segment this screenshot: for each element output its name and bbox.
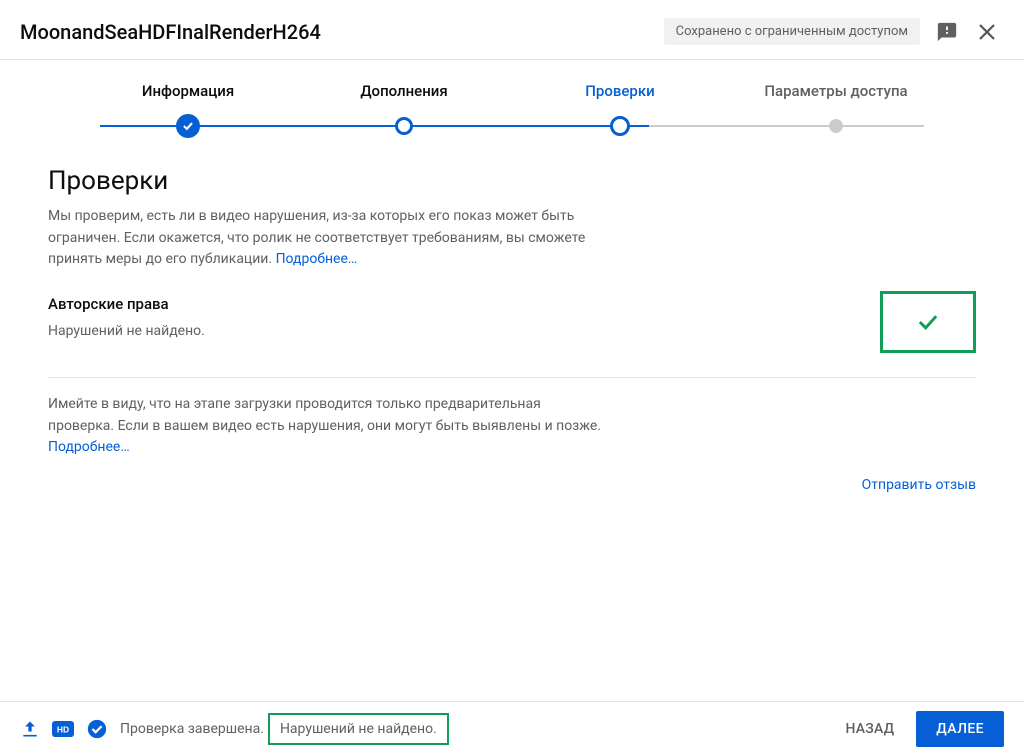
video-title: MoonandSeaHDFInalRenderH264 <box>20 20 321 44</box>
step-dot-visibility[interactable] <box>728 119 944 133</box>
checks-note: Имейте в виду, что на этапе загрузки про… <box>48 394 608 459</box>
close-icon[interactable] <box>974 19 1000 45</box>
copyright-section: Авторские права Нарушений не найдено. <box>48 295 976 353</box>
status-result: Нарушений не найдено. <box>268 713 449 745</box>
back-button[interactable]: НАЗАД <box>830 711 911 747</box>
check-complete-icon <box>86 718 108 740</box>
next-button[interactable]: ДАЛЕЕ <box>916 711 1004 747</box>
status-prefix: Проверка завершена. <box>120 721 264 737</box>
step-info[interactable]: Информация <box>80 82 296 114</box>
step-label: Проверки <box>512 82 728 100</box>
step-label: Параметры доступа <box>728 82 944 100</box>
step-elements[interactable]: Дополнения <box>296 82 512 114</box>
svg-text:HD: HD <box>57 724 69 734</box>
stepper: Информация Дополнения Проверки Параметры… <box>0 60 1024 138</box>
learn-more-link[interactable]: Подробнее… <box>276 251 358 267</box>
step-dot-elements[interactable] <box>296 117 512 135</box>
copyright-status: Нарушений не найдено. <box>48 323 870 339</box>
bottom-bar: HD Проверка завершена. Нарушений не найд… <box>0 701 1024 755</box>
step-dot-checks[interactable] <box>512 116 728 136</box>
copyright-check-icon <box>880 291 976 353</box>
step-checks[interactable]: Проверки <box>512 82 728 114</box>
save-status-badge: Сохранено с ограниченным доступом <box>664 18 920 45</box>
divider <box>48 377 976 378</box>
page-description: Мы проверим, есть ли в видео нарушения, … <box>48 206 608 271</box>
send-feedback-link[interactable]: Отправить отзыв <box>862 477 976 493</box>
send-feedback-row: Отправить отзыв <box>48 477 976 493</box>
step-label: Информация <box>80 82 296 100</box>
step-visibility[interactable]: Параметры доступа <box>728 82 944 114</box>
content-area: Проверки Мы проверим, есть ли в видео на… <box>0 138 1024 493</box>
step-dot-info[interactable] <box>80 114 296 138</box>
note-learn-more-link[interactable]: Подробнее… <box>48 439 130 455</box>
hd-icon: HD <box>52 721 74 737</box>
upload-icon <box>20 719 40 739</box>
copyright-title: Авторские права <box>48 295 870 313</box>
dialog-header: MoonandSeaHDFInalRenderH264 Сохранено с … <box>0 0 1024 60</box>
feedback-icon[interactable] <box>936 21 958 43</box>
bottom-status: Проверка завершена. Нарушений не найдено… <box>120 713 449 745</box>
page-title: Проверки <box>48 166 976 196</box>
step-label: Дополнения <box>296 82 512 100</box>
